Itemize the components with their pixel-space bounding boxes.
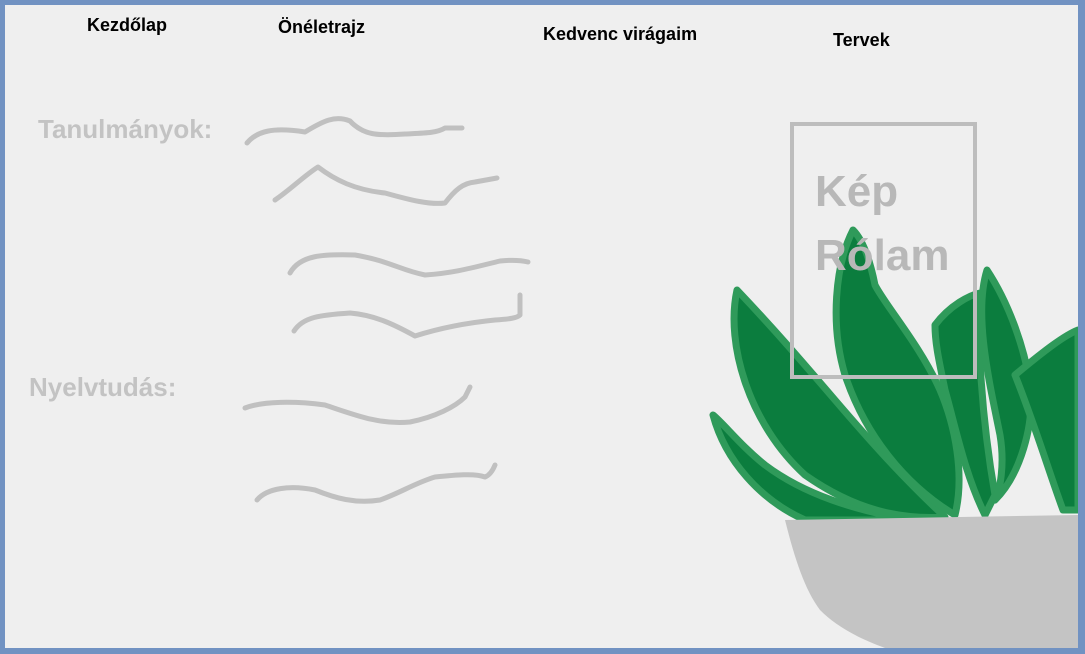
scribble-line <box>291 292 523 339</box>
scribble-line <box>242 384 473 426</box>
page-canvas: Kezdőlap Önéletrajz Kedvenc virágaim Ter… <box>5 5 1078 648</box>
plant-pot <box>785 515 1078 648</box>
scribble-line <box>254 462 498 504</box>
scribble-line <box>287 252 531 278</box>
photo-placeholder-text: Kép Rólam <box>815 160 949 288</box>
photo-caption-line2: Rólam <box>815 231 950 280</box>
placeholder-scribbles <box>242 116 531 504</box>
scribble-line <box>272 164 500 206</box>
scribble-line <box>244 116 465 146</box>
photo-caption-line1: Kép <box>815 167 899 216</box>
